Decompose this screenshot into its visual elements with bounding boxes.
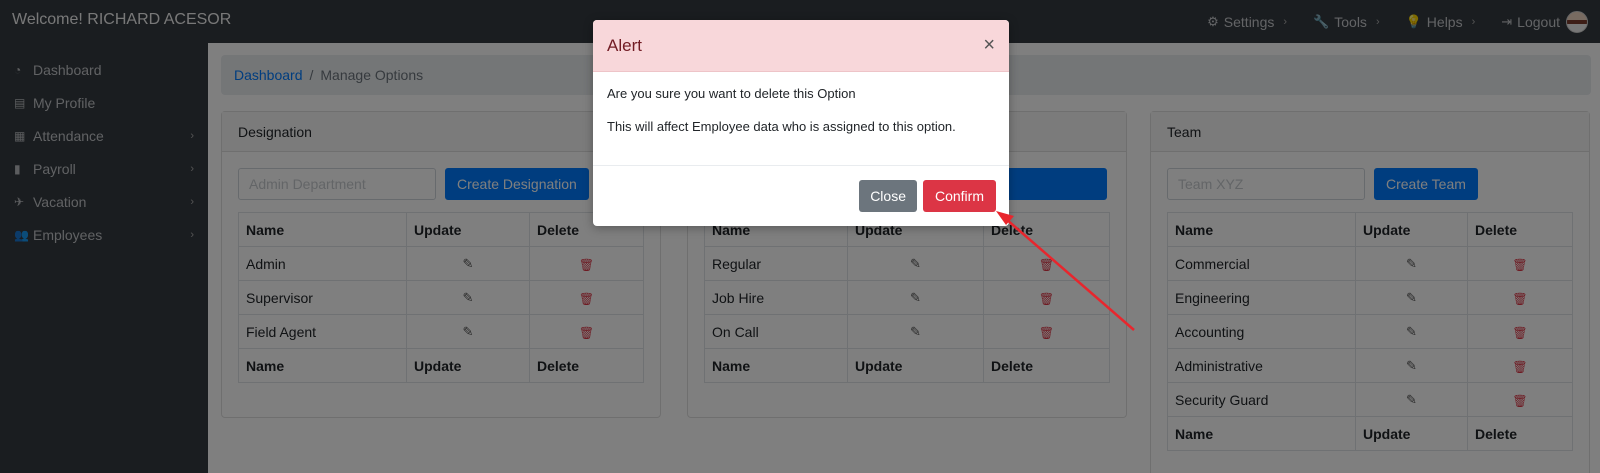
modal-body: Are you sure you want to delete this Opt…: [593, 72, 1009, 166]
close-icon[interactable]: ×: [983, 34, 995, 57]
modal-warning: This will affect Employee data who is as…: [607, 119, 956, 134]
modal-message: Are you sure you want to delete this Opt…: [607, 86, 856, 101]
modal-title: Alert: [607, 35, 642, 55]
modal-footer: Close Confirm: [593, 166, 1009, 226]
close-button[interactable]: Close: [859, 180, 917, 212]
alert-modal: Alert × Are you sure you want to delete …: [593, 20, 1009, 226]
modal-header: Alert ×: [593, 20, 1009, 72]
confirm-button[interactable]: Confirm: [922, 180, 996, 212]
